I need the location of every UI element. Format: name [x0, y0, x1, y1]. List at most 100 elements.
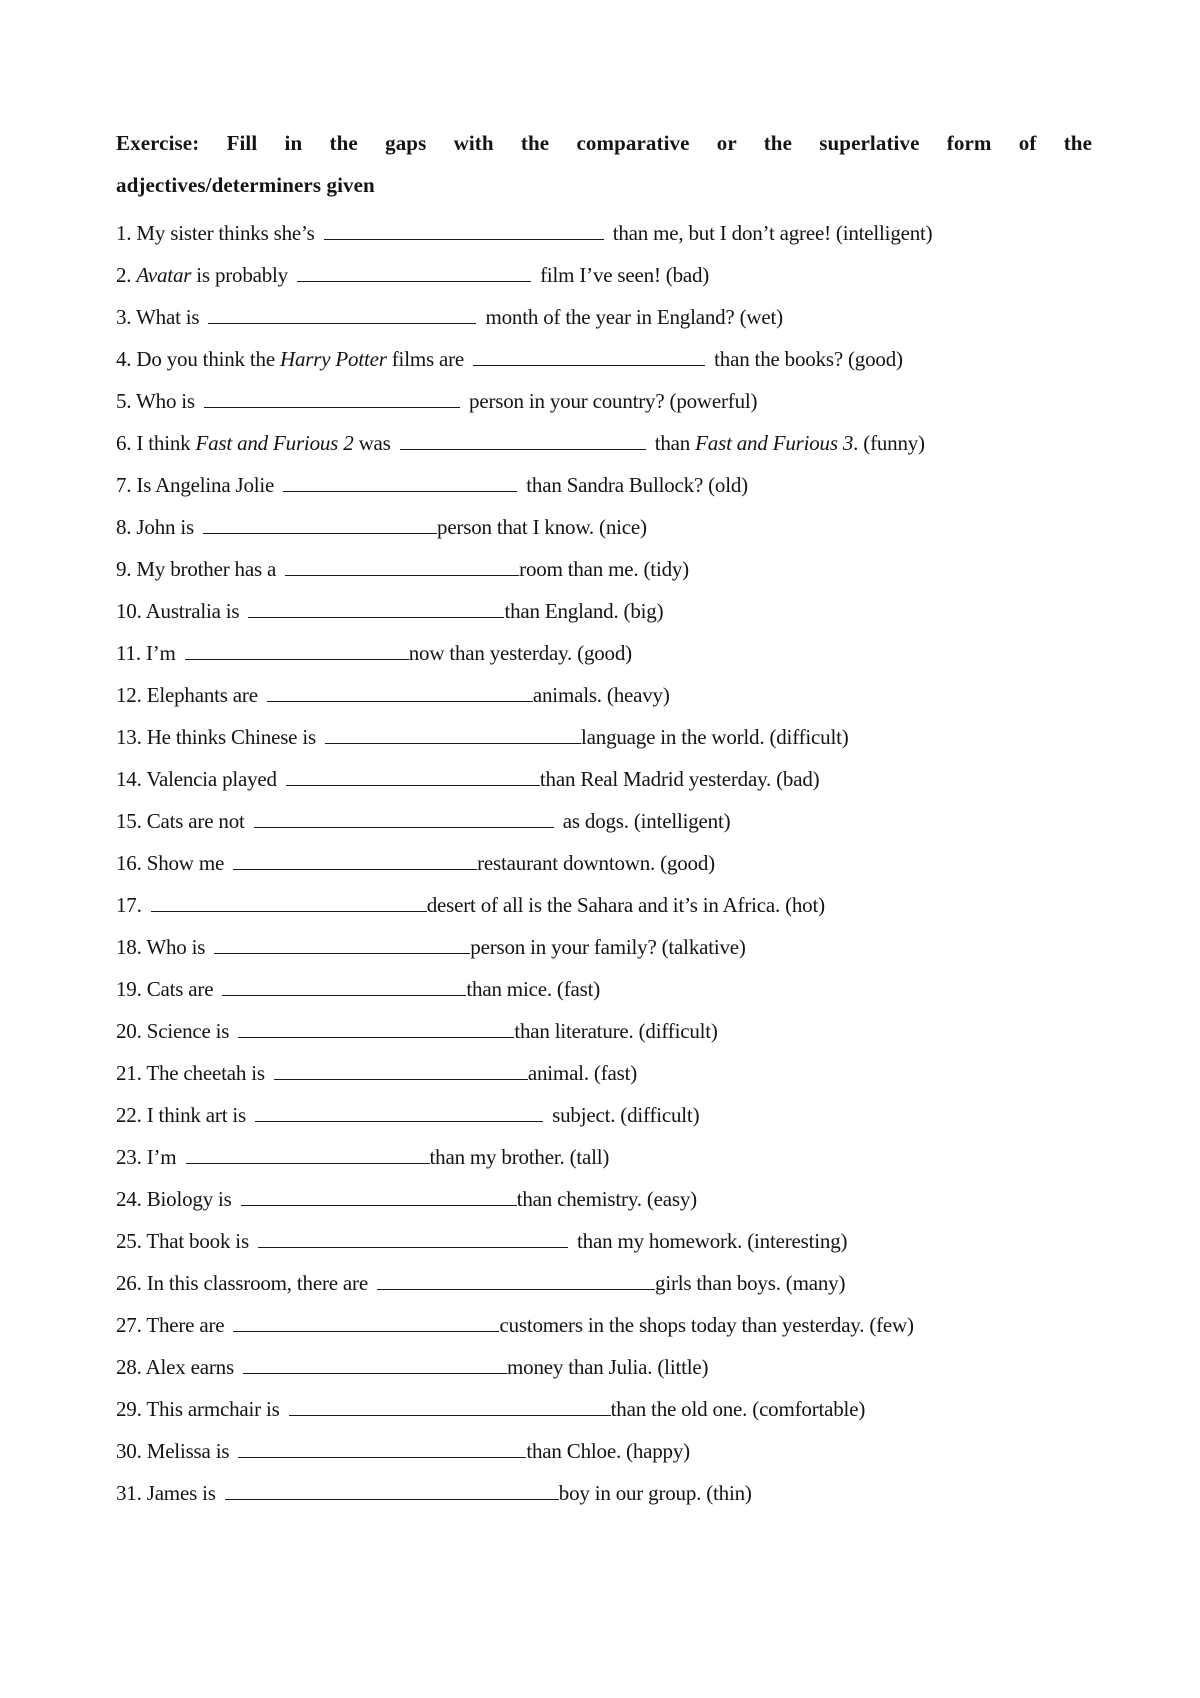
answer-blank[interactable]: [208, 305, 477, 324]
exercise-item: 8. John is person that I know. (nice): [116, 506, 1092, 548]
item-number: 17.: [116, 893, 142, 917]
item-number: 12.: [116, 683, 142, 707]
item-number: 10.: [116, 599, 142, 623]
exercise-item: 20. Science is than literature. (difficu…: [116, 1010, 1092, 1052]
exercise-item: 27. There are customers in the shops tod…: [116, 1304, 1092, 1346]
sentence-text: Who is: [136, 389, 195, 413]
sentence-text: language in the world. (difficult): [581, 725, 849, 749]
sentence-text: restaurant downtown. (good): [477, 851, 715, 875]
answer-blank[interactable]: [240, 1187, 517, 1206]
sentence-text: boy in our group. (thin): [558, 1481, 752, 1505]
item-number: 9.: [116, 557, 132, 581]
sentence-text: than Real Madrid yesterday. (bad): [539, 767, 820, 791]
sentence-text: than: [654, 431, 691, 455]
answer-blank[interactable]: [203, 515, 438, 534]
sentence-text: than mice. (fast): [466, 977, 601, 1001]
sentence-text: John is: [136, 515, 194, 539]
answer-blank[interactable]: [203, 389, 460, 408]
answer-blank[interactable]: [185, 1145, 430, 1164]
exercise-item: 11. I’m now than yesterday. (good): [116, 632, 1092, 674]
item-number: 2.: [116, 263, 132, 287]
item-number: 23.: [116, 1145, 142, 1169]
exercise-item: 7. Is Angelina Jolie than Sandra Bullock…: [116, 464, 1092, 506]
answer-blank[interactable]: [243, 1355, 508, 1374]
answer-blank[interactable]: [297, 263, 532, 282]
answer-blank[interactable]: [257, 1229, 568, 1248]
item-number: 15.: [116, 809, 142, 833]
sentence-text: film I’ve seen! (bad): [540, 263, 710, 287]
exercise-item: 19. Cats are than mice. (fast): [116, 968, 1092, 1010]
answer-blank[interactable]: [214, 935, 471, 954]
item-number: 14.: [116, 767, 142, 791]
answer-blank[interactable]: [266, 683, 533, 702]
exercise-item: 29. This armchair is than the old one. (…: [116, 1388, 1092, 1430]
exercise-item: 16. Show me restaurant downtown. (good): [116, 842, 1092, 884]
sentence-text: room than me. (tidy): [519, 557, 689, 581]
answer-blank[interactable]: [233, 851, 478, 870]
answer-blank[interactable]: [253, 809, 554, 828]
answer-blank[interactable]: [473, 347, 706, 366]
sentence-text: Valencia played: [146, 767, 277, 791]
sentence-text: I think: [136, 431, 191, 455]
answer-blank[interactable]: [285, 767, 540, 786]
answer-blank[interactable]: [323, 221, 604, 240]
sentence-text: is probably: [196, 263, 288, 287]
sentence-text: than Sandra Bullock? (old): [526, 473, 748, 497]
answer-blank[interactable]: [377, 1271, 656, 1290]
answer-blank[interactable]: [285, 557, 520, 576]
answer-blank[interactable]: [150, 893, 427, 912]
sentence-text: . (funny): [853, 431, 925, 455]
answer-blank[interactable]: [233, 1313, 500, 1332]
item-number: 6.: [116, 431, 132, 455]
exercise-item: 15. Cats are not as dogs. (intelligent): [116, 800, 1092, 842]
exercise-item: 10. Australia is than England. (big): [116, 590, 1092, 632]
sentence-text: That book is: [146, 1229, 249, 1253]
sentence-text: was: [358, 431, 391, 455]
sentence-text: My sister thinks she’s: [136, 221, 315, 245]
answer-blank[interactable]: [273, 1061, 528, 1080]
item-number: 16.: [116, 851, 142, 875]
item-number: 30.: [116, 1439, 142, 1463]
sentence-text: I think art is: [146, 1103, 246, 1127]
italic-title-text: Fast and Furious 3: [695, 431, 854, 455]
answer-blank[interactable]: [184, 641, 409, 660]
exercise-item: 23. I’m than my brother. (tall): [116, 1136, 1092, 1178]
item-number: 21.: [116, 1061, 142, 1085]
sentence-text: than chemistry. (easy): [516, 1187, 697, 1211]
answer-blank[interactable]: [238, 1439, 527, 1458]
answer-blank[interactable]: [283, 473, 518, 492]
exercise-item: 26. In this classroom, there are girls t…: [116, 1262, 1092, 1304]
exercise-item: 17. desert of all is the Sahara and it’s…: [116, 884, 1092, 926]
exercise-title-line-1: Exercise: Fill in the gaps with the comp…: [116, 131, 1092, 155]
exercise-item: 28. Alex earns money than Julia. (little…: [116, 1346, 1092, 1388]
answer-blank[interactable]: [238, 1019, 515, 1038]
worksheet-page: Exercise: Fill in the gaps with the comp…: [116, 122, 1092, 1514]
sentence-text: Australia is: [145, 599, 240, 623]
sentence-text: What is: [136, 305, 200, 329]
answer-blank[interactable]: [255, 1103, 544, 1122]
item-number: 13.: [116, 725, 142, 749]
item-number: 5.: [116, 389, 132, 413]
italic-title-text: Fast and Furious 2: [195, 431, 354, 455]
sentence-text: than me, but I don’t agree! (intelligent…: [612, 221, 933, 245]
sentence-text: Elephants are: [146, 683, 258, 707]
sentence-text: My brother has a: [136, 557, 277, 581]
answer-blank[interactable]: [399, 431, 646, 450]
sentence-text: than literature. (difficult): [514, 1019, 718, 1043]
answer-blank[interactable]: [224, 1481, 559, 1500]
sentence-text: person in your country? (powerful): [469, 389, 758, 413]
answer-blank[interactable]: [325, 725, 582, 744]
sentence-text: now than yesterday. (good): [408, 641, 632, 665]
answer-blank[interactable]: [248, 599, 505, 618]
sentence-text: month of the year in England? (wet): [485, 305, 784, 329]
item-number: 3.: [116, 305, 132, 329]
exercise-item: 1. My sister thinks she’s than me, but I…: [116, 212, 1092, 254]
exercise-item: 5. Who is person in your country? (power…: [116, 380, 1092, 422]
sentence-text: Is Angelina Jolie: [136, 473, 275, 497]
exercise-item: 13. He thinks Chinese is language in the…: [116, 716, 1092, 758]
answer-blank[interactable]: [222, 977, 467, 996]
answer-blank[interactable]: [288, 1397, 611, 1416]
sentence-text: films are: [391, 347, 465, 371]
sentence-text: I’m: [145, 641, 176, 665]
sentence-text: than the books? (good): [714, 347, 903, 371]
